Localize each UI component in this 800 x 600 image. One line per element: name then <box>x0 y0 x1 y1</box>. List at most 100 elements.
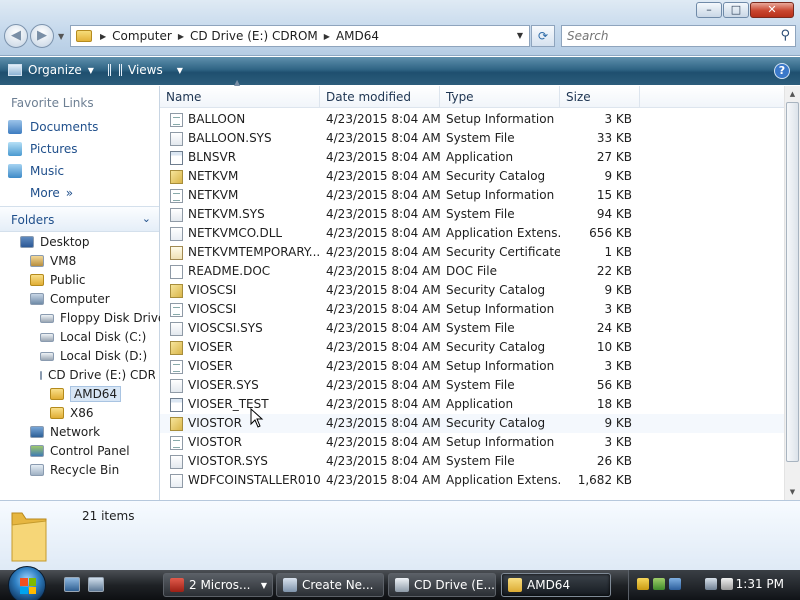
cell-date-modified: 4/23/2015 8:04 AM <box>326 302 440 316</box>
table-row[interactable]: VIOSTOR.SYS 4/23/2015 8:04 AM System File 2… <box>160 452 784 471</box>
search-icon[interactable]: ⚲ <box>780 28 790 43</box>
folders-header[interactable]: Folders ⌄ <box>0 206 159 232</box>
file-name: VIOSCSI.SYS <box>188 321 263 335</box>
table-row[interactable]: NETKVM 4/23/2015 8:04 AM Security Catalog 9… <box>160 167 784 186</box>
tree-item-floppy[interactable]: Floppy Disk Drive <box>40 309 165 327</box>
more-links-button[interactable]: More » <box>30 186 73 200</box>
search-input[interactable] <box>562 26 762 46</box>
table-row[interactable]: NETKVM.SYS 4/23/2015 8:04 AM System File 94… <box>160 205 784 224</box>
cell-type: Security Catalog <box>446 169 546 183</box>
column-header-size[interactable]: Size <box>560 86 640 108</box>
file-cat-icon <box>170 340 183 355</box>
network-status-icon[interactable] <box>705 578 717 590</box>
cell-size: 1,682 KB <box>577 473 632 487</box>
table-row[interactable]: WDFCOINSTALLER010... 4/23/2015 8:04 AM App… <box>160 471 784 490</box>
table-row[interactable]: BALLOON.SYS 4/23/2015 8:04 AM System File 3… <box>160 129 784 148</box>
close-button[interactable]: ✕ <box>750 2 794 18</box>
file-inf-icon <box>170 112 183 127</box>
tree-item-public[interactable]: Public <box>30 271 86 289</box>
switch-windows-icon[interactable] <box>88 577 104 592</box>
favorite-link-pictures[interactable]: Pictures <box>8 142 78 156</box>
cell-name: VIOSCSI.SYS <box>160 319 320 338</box>
maximize-button[interactable]: □ <box>723 2 749 18</box>
security-shield-icon[interactable] <box>637 578 649 590</box>
views-button[interactable]: Views ▼ <box>108 63 183 77</box>
scroll-thumb[interactable] <box>786 102 799 462</box>
column-header-label: Type <box>446 90 474 104</box>
table-row[interactable]: README.DOC 4/23/2015 8:04 AM DOC File 22 KB <box>160 262 784 281</box>
refresh-button[interactable]: ⟳ <box>531 25 555 47</box>
start-button[interactable] <box>8 566 46 600</box>
help-button[interactable]: ? <box>774 63 790 79</box>
organize-icon <box>8 64 22 76</box>
breadcrumb-cd-drive[interactable]: CD Drive (E:) CDROM <box>186 29 322 43</box>
tree-item-network[interactable]: Network <box>30 423 100 441</box>
cell-type: Setup Information <box>446 435 555 449</box>
scroll-up-icon[interactable]: ▲ <box>785 86 800 102</box>
taskbar-button-word[interactable]: 2 Micros... ▼ <box>163 573 273 597</box>
cell-type: Application Extens... <box>446 473 560 487</box>
tree-item-local-disk-c[interactable]: Local Disk (C:) <box>40 328 146 346</box>
column-header-type[interactable]: Type <box>440 86 560 108</box>
table-row[interactable]: BALLOON 4/23/2015 8:04 AM Setup Informatio… <box>160 110 784 129</box>
table-row[interactable]: NETKVM 4/23/2015 8:04 AM Setup Information… <box>160 186 784 205</box>
tree-item-recycle-bin[interactable]: Recycle Bin <box>30 461 119 479</box>
tree-item-control-panel[interactable]: Control Panel <box>30 442 130 460</box>
table-row[interactable]: NETKVMTEMPORARY.... 4/23/2015 8:04 AM Secu… <box>160 243 784 262</box>
tree-item-amd64[interactable]: AMD64 <box>50 385 122 403</box>
cell-name: VIOSER <box>160 357 320 376</box>
file-sys-icon <box>170 321 183 336</box>
table-row[interactable]: VIOSER 4/23/2015 8:04 AM Security Catalog 1… <box>160 338 784 357</box>
breadcrumb-separator-icon[interactable]: ▶ <box>98 32 108 41</box>
address-bar[interactable]: ▶ Computer ▶ CD Drive (E:) CDROM ▶ AMD64… <box>70 25 530 47</box>
volume-muted-icon[interactable] <box>721 578 733 590</box>
vertical-scrollbar[interactable]: ▲ ▼ <box>784 86 800 500</box>
tray-app-icon[interactable] <box>669 578 681 590</box>
breadcrumb-computer[interactable]: Computer <box>108 29 176 43</box>
show-desktop-icon[interactable] <box>64 577 80 592</box>
breadcrumb-amd64[interactable]: AMD64 <box>332 29 383 43</box>
table-row[interactable]: VIOSCSI 4/23/2015 8:04 AM Setup Informatio… <box>160 300 784 319</box>
column-header-name[interactable]: ▲ Name <box>160 79 320 108</box>
column-header-date[interactable]: Date modified <box>320 86 440 108</box>
navigation-pane: Favorite Links Documents Pictures Music … <box>0 86 165 500</box>
tree-item-vm8[interactable]: VM8 <box>30 252 76 270</box>
cell-name: VIOSER <box>160 338 320 357</box>
table-row[interactable]: VIOSER.SYS 4/23/2015 8:04 AM System File 56… <box>160 376 784 395</box>
tree-item-x86[interactable]: X86 <box>50 404 94 422</box>
table-row[interactable]: VIOSTOR 4/23/2015 8:04 AM Setup Informatio… <box>160 433 784 452</box>
taskbar-button-create-new[interactable]: Create Ne... <box>276 573 384 597</box>
tree-item-cd-drive[interactable]: CD Drive (E:) CDRO <box>40 366 155 384</box>
taskbar-button-amd64[interactable]: AMD64 <box>501 573 611 597</box>
favorite-link-label: Music <box>30 164 65 178</box>
tree-item-desktop[interactable]: Desktop <box>20 233 90 251</box>
search-box[interactable]: ⚲ <box>561 25 796 47</box>
table-row[interactable]: VIOSER 4/23/2015 8:04 AM Setup Information… <box>160 357 784 376</box>
column-header-label: Size <box>566 90 591 104</box>
forward-arrow-icon: ▶ <box>37 28 47 43</box>
tree-item-computer[interactable]: Computer <box>30 290 110 308</box>
favorite-link-documents[interactable]: Documents <box>8 120 98 134</box>
organize-button[interactable]: Organize ▼ <box>8 63 94 77</box>
breadcrumb-separator-icon[interactable]: ▶ <box>322 32 332 41</box>
tray-app-icon[interactable] <box>653 578 665 590</box>
address-dropdown-icon[interactable]: ▼ <box>517 31 523 40</box>
table-row[interactable]: VIOSCSI 4/23/2015 8:04 AM Security Catalog… <box>160 281 784 300</box>
table-row[interactable]: BLNSVR 4/23/2015 8:04 AM Application 27 KB <box>160 148 784 167</box>
recent-pages-dropdown-icon[interactable]: ▼ <box>58 32 64 41</box>
minimize-button[interactable]: – <box>696 2 722 18</box>
favorite-link-music[interactable]: Music <box>8 164 64 178</box>
forward-button[interactable]: ▶ <box>30 24 54 48</box>
back-button[interactable]: ◀ <box>4 24 28 48</box>
cell-date-modified: 4/23/2015 8:04 AM <box>326 321 440 335</box>
scroll-down-icon[interactable]: ▼ <box>785 484 800 500</box>
file-dll-icon <box>170 226 183 241</box>
table-row[interactable]: VIOSCSI.SYS 4/23/2015 8:04 AM System File 2… <box>160 319 784 338</box>
taskbar-button-cd-drive[interactable]: CD Drive (E... <box>388 573 496 597</box>
table-row[interactable]: NETKVMCO.DLL 4/23/2015 8:04 AM Application… <box>160 224 784 243</box>
favorite-link-label: Documents <box>30 120 99 134</box>
breadcrumb-separator-icon[interactable]: ▶ <box>176 32 186 41</box>
cell-size: 9 KB <box>604 283 632 297</box>
tree-item-local-disk-d[interactable]: Local Disk (D:) <box>40 347 147 365</box>
clock[interactable]: 1:31 PM <box>736 577 784 591</box>
